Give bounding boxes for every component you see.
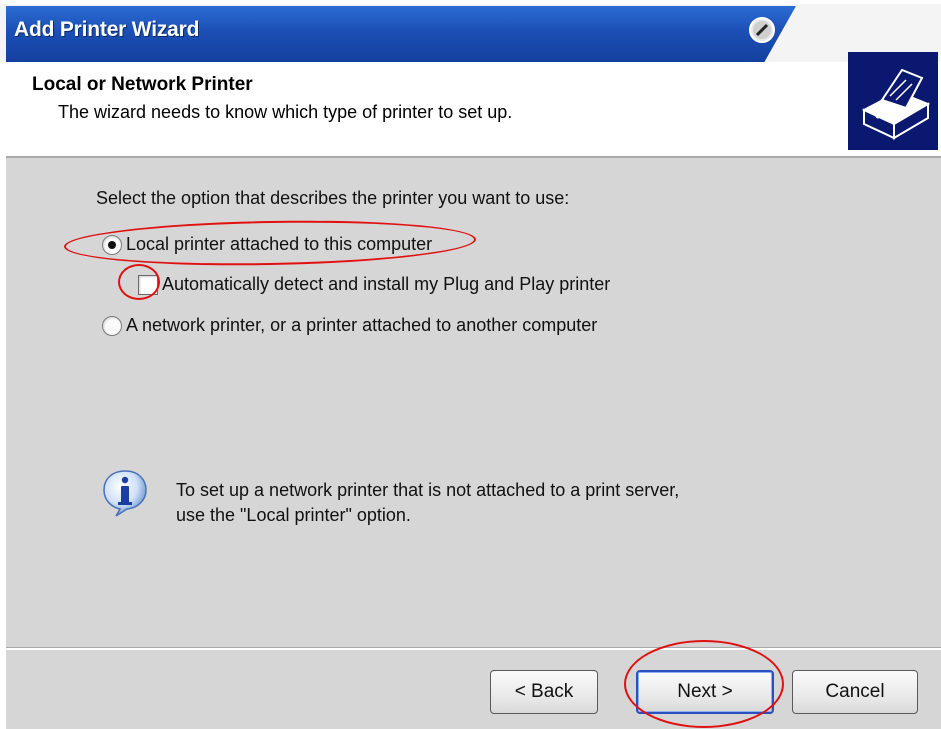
- back-button[interactable]: < Back: [490, 670, 598, 714]
- option-prompt: Select the option that describes the pri…: [96, 188, 570, 208]
- wizard-header: Local or Network Printer The wizard need…: [6, 52, 941, 158]
- info-line-1: To set up a network printer that is not …: [176, 480, 680, 500]
- header-title: Local or Network Printer: [32, 74, 253, 95]
- network-printer-radio[interactable]: [102, 315, 122, 336]
- next-button[interactable]: Next >: [636, 670, 774, 714]
- window-title: Add Printer Wizard: [14, 18, 200, 41]
- network-printer-option[interactable]: A network printer, or a printer attached…: [102, 315, 597, 336]
- printer-icon: [848, 52, 938, 150]
- network-printer-label: A network printer, or a printer attached…: [126, 315, 598, 335]
- local-printer-option[interactable]: Local printer attached to this computer: [102, 234, 432, 255]
- wizard-body: Select the option that describes the pri…: [6, 158, 941, 648]
- header-subtitle: The wizard needs to know which type of p…: [58, 102, 513, 122]
- local-printer-radio[interactable]: [102, 234, 122, 255]
- local-printer-label: Local printer attached to this computer: [126, 234, 433, 254]
- info-line-2: use the "Local printer" option.: [176, 505, 411, 525]
- wizard-footer: < Back Next > Cancel: [6, 647, 941, 729]
- info-icon: [103, 470, 147, 517]
- help-icon[interactable]: [748, 16, 776, 44]
- auto-detect-checkbox[interactable]: [138, 274, 158, 295]
- auto-detect-option[interactable]: Automatically detect and install my Plug…: [138, 274, 610, 295]
- info-message: To set up a network printer that is not …: [176, 478, 679, 528]
- title-bar: Add Printer Wizard: [0, 0, 941, 62]
- auto-detect-label: Automatically detect and install my Plug…: [162, 274, 611, 294]
- cancel-button[interactable]: Cancel: [792, 670, 918, 714]
